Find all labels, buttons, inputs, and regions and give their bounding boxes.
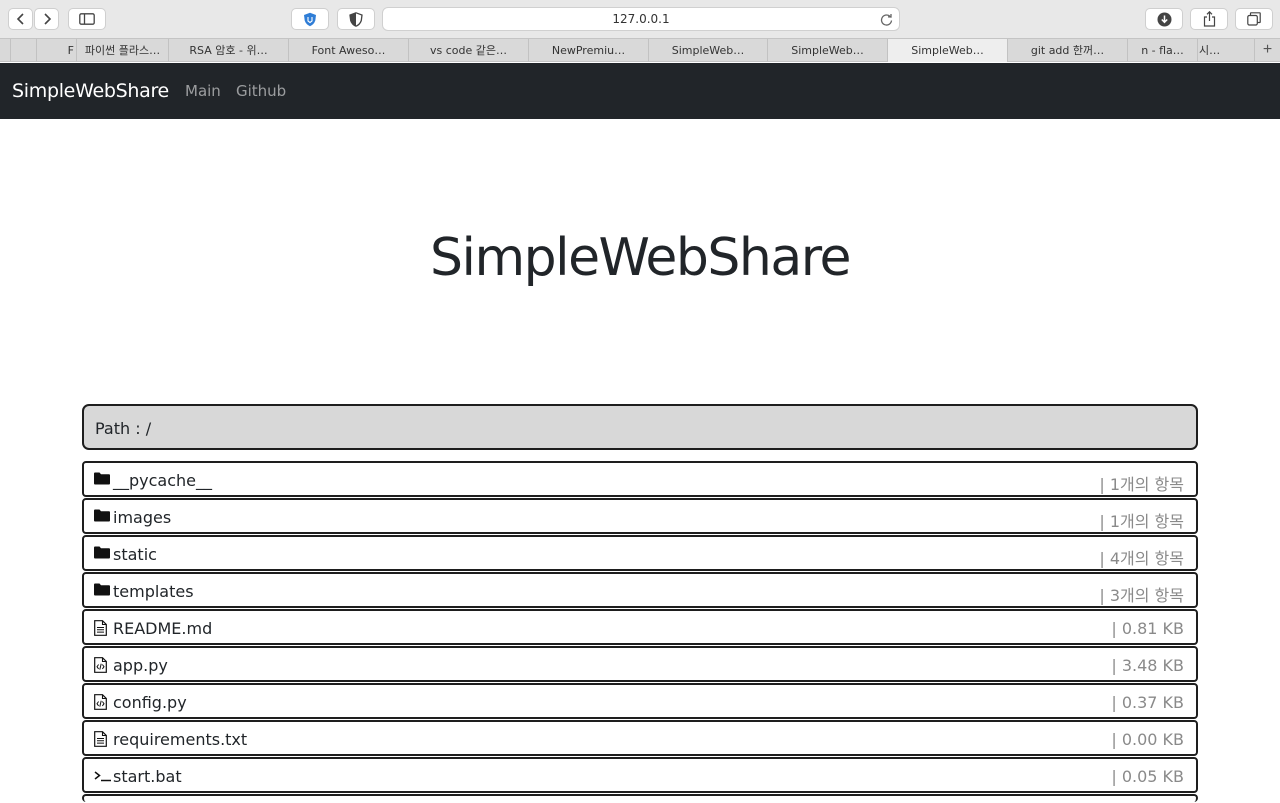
page-title: SimpleWebShare [430,228,851,288]
tab-item[interactable]: vs code 같은… [408,39,528,62]
file-row-folder[interactable]: images | 1개의 항목 [82,498,1198,534]
tab-item[interactable]: git add 한꺼… [1007,39,1127,62]
file-meta: | 0.05 KB [1111,767,1184,786]
tab-item[interactable]: 시… [1197,39,1254,62]
share-icon [1203,11,1215,27]
file-meta: | 1개의 항목 [1099,512,1184,531]
back-button[interactable] [8,8,33,30]
folder-icon [94,472,112,488]
chevron-right-icon [43,13,51,25]
file-name[interactable]: app.py [113,656,168,675]
file-meta: | 0.81 KB [1111,619,1184,638]
file-name[interactable]: start.bat [113,767,182,786]
file-meta: | 1개의 항목 [1099,475,1184,494]
browser-toolbar: 127.0.0.1 [0,0,1280,38]
file-name[interactable]: templates [113,582,194,601]
file-meta: | 3.48 KB [1111,656,1184,675]
file-meta: | 0.37 KB [1111,693,1184,712]
file-name[interactable]: __pycache__ [113,471,212,490]
privacy-extension-button[interactable] [337,8,375,30]
new-tab-button[interactable]: + [1254,39,1280,62]
file-meta: | 4개의 항목 [1099,549,1184,568]
tab-item[interactable]: NewPremiu… [528,39,648,62]
file-row-cutoff [82,794,1198,802]
file-name[interactable]: README.md [113,619,212,638]
sidebar-icon [79,13,95,25]
half-shield-icon [349,11,363,27]
file-name[interactable]: images [113,508,171,527]
file-row-file[interactable]: app.py | 3.48 KB [82,646,1198,682]
shield-extension-button[interactable] [291,8,329,30]
tab-item[interactable]: F [36,39,76,62]
address-bar[interactable]: 127.0.0.1 [382,7,900,31]
file-name[interactable]: requirements.txt [113,730,247,749]
downloads-button[interactable] [1145,8,1183,30]
terminal-icon [94,768,112,784]
chevron-left-icon [16,13,24,25]
tab-pinned[interactable] [10,39,36,62]
sidebar-toggle-button[interactable] [68,8,106,30]
download-icon [1157,12,1171,26]
file-name[interactable]: config.py [113,693,187,712]
reload-icon[interactable] [880,13,893,31]
tabs-icon [1247,12,1261,26]
tab-active[interactable]: SimpleWeb… [887,39,1007,62]
file-row-folder[interactable]: static | 4개의 항목 [82,535,1198,571]
tab-item[interactable]: SimpleWeb… [767,39,887,62]
folder-icon [94,583,112,599]
nav-link-main[interactable]: Main [185,82,221,100]
path-label: Path : / [95,419,152,438]
tab-item[interactable]: SimpleWeb… [648,39,767,62]
file-row-file[interactable]: start.bat | 0.05 KB [82,757,1198,793]
folder-icon [94,546,112,562]
shield-icon [304,12,316,26]
file-meta: | 3개의 항목 [1099,586,1184,605]
file-row-file[interactable]: README.md | 0.81 KB [82,609,1198,645]
tab-item[interactable]: RSA 암호 - 위… [168,39,288,62]
text-file-icon [94,620,112,636]
nav-link-github[interactable]: Github [236,82,286,100]
tab-item[interactable]: 파이썬 플라스… [76,39,168,62]
brand-link[interactable]: SimpleWebShare [12,80,169,102]
file-name[interactable]: static [113,545,157,564]
code-file-icon [94,694,112,710]
code-file-icon [94,657,112,673]
tab-overview-button[interactable] [1235,8,1273,30]
tab-item[interactable]: n - fla… [1127,39,1197,62]
file-list: __pycache__ | 1개의 항목 images | 1개의 항목 sta… [82,461,1198,803]
file-row-file[interactable]: requirements.txt | 0.00 KB [82,720,1198,756]
tab-bar: F 파이썬 플라스… RSA 암호 - 위… Font Aweso… vs co… [0,38,1280,62]
share-button[interactable] [1190,8,1228,30]
folder-icon [94,509,112,525]
file-row-folder[interactable]: templates | 3개의 항목 [82,572,1198,608]
forward-button[interactable] [34,8,59,30]
site-navbar: SimpleWebShare Main Github [0,63,1280,119]
text-file-icon [94,731,112,747]
url-text: 127.0.0.1 [612,12,670,26]
tab-item[interactable]: Font Aweso… [288,39,408,62]
file-row-folder[interactable]: __pycache__ | 1개의 항목 [82,461,1198,497]
file-row-file[interactable]: config.py | 0.37 KB [82,683,1198,719]
path-breadcrumb: Path : / [82,404,1198,450]
file-meta: | 0.00 KB [1111,730,1184,749]
